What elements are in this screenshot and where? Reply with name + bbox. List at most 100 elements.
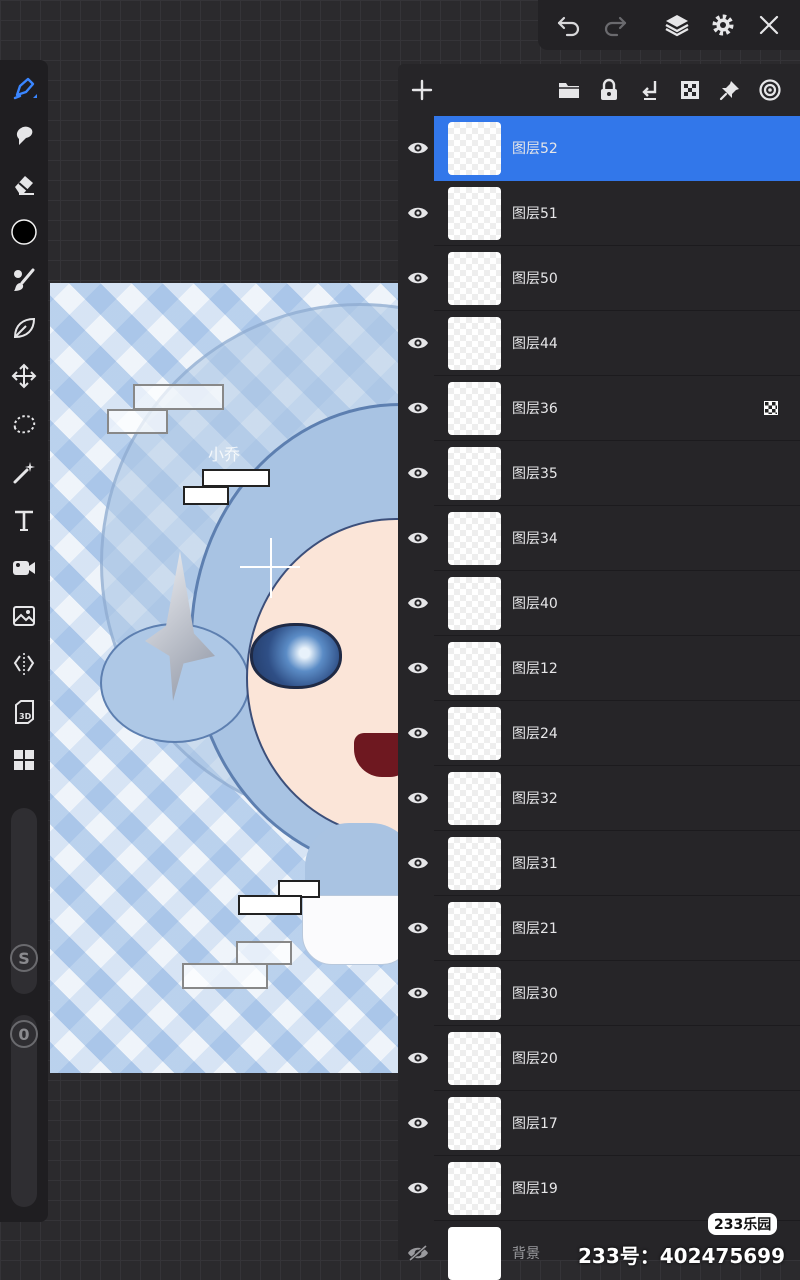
video-icon[interactable] xyxy=(6,550,42,586)
layer-row[interactable]: 图层30 xyxy=(398,961,800,1026)
layer-thumbnail xyxy=(448,967,501,1020)
lasso-icon[interactable] xyxy=(6,406,42,442)
layer-row[interactable]: 图层35 xyxy=(398,441,800,506)
visibility-icon[interactable] xyxy=(404,979,432,1007)
redaction-box xyxy=(107,409,168,434)
visibility-icon[interactable] xyxy=(404,589,432,617)
image-import-icon[interactable] xyxy=(6,598,42,634)
layer-thumbnail xyxy=(448,772,501,825)
layer-thumbnail xyxy=(448,382,501,435)
add-layer-icon[interactable] xyxy=(408,76,436,104)
eraser-icon[interactable] xyxy=(6,166,42,202)
layer-thumbnail xyxy=(448,837,501,890)
brush-icon[interactable] xyxy=(6,70,42,106)
layer-thumbnail xyxy=(448,642,501,695)
layer-thumbnail xyxy=(448,902,501,955)
layer-row[interactable]: 图层12 xyxy=(398,636,800,701)
layer-name: 图层21 xyxy=(512,921,558,937)
size-knob[interactable]: S xyxy=(10,944,38,972)
reference-icon[interactable] xyxy=(756,76,784,104)
watermark-badge: 233乐园 xyxy=(708,1213,778,1235)
settings-icon[interactable] xyxy=(706,8,740,42)
layer-row[interactable]: 图层32 xyxy=(398,766,800,831)
visibility-off-icon[interactable] xyxy=(404,1239,432,1267)
alpha-lock-icon[interactable] xyxy=(676,76,704,104)
layer-name: 背景 xyxy=(512,1246,540,1262)
visibility-icon[interactable] xyxy=(404,264,432,292)
layer-thumbnail xyxy=(448,1097,501,1150)
layer-row[interactable]: 图层50 xyxy=(398,246,800,311)
merge-down-icon[interactable] xyxy=(636,76,664,104)
layer-row[interactable]: 图层40 xyxy=(398,571,800,636)
layer-row[interactable]: 图层36 xyxy=(398,376,800,441)
visibility-icon[interactable] xyxy=(404,199,432,227)
text-icon[interactable] xyxy=(6,502,42,538)
layer-row[interactable]: 图层24 xyxy=(398,701,800,766)
alpha-lock-indicator-icon xyxy=(764,401,778,415)
tool-sidebar: 3D S 0 xyxy=(0,60,48,1222)
visibility-icon[interactable] xyxy=(404,134,432,162)
watermark-id: 233号：402475699 xyxy=(578,1244,785,1268)
visibility-icon[interactable] xyxy=(404,784,432,812)
canvas-artwork[interactable]: 小乔 xyxy=(50,283,400,1073)
undo-icon[interactable] xyxy=(552,8,586,42)
layer-row[interactable]: 图层52 xyxy=(398,116,800,181)
layer-name: 图层40 xyxy=(512,596,558,612)
grid-icon[interactable] xyxy=(6,742,42,778)
layer-thumbnail xyxy=(448,1032,501,1085)
transform-icon[interactable] xyxy=(6,358,42,394)
redaction-box xyxy=(202,469,270,487)
layer-name: 图层44 xyxy=(512,336,558,352)
layer-name: 图层50 xyxy=(512,271,558,287)
visibility-icon[interactable] xyxy=(404,524,432,552)
visibility-icon[interactable] xyxy=(404,719,432,747)
magic-wand-icon[interactable] xyxy=(6,454,42,490)
layers-icon[interactable] xyxy=(660,8,694,42)
visibility-icon[interactable] xyxy=(404,459,432,487)
layer-name: 图层32 xyxy=(512,791,558,807)
layer-thumbnail xyxy=(448,122,501,175)
layer-row[interactable]: 图层20 xyxy=(398,1026,800,1091)
3d-icon[interactable]: 3D xyxy=(6,694,42,730)
symmetry-icon[interactable] xyxy=(6,646,42,682)
visibility-icon[interactable] xyxy=(404,394,432,422)
visibility-icon[interactable] xyxy=(404,849,432,877)
layer-row[interactable]: 图层44 xyxy=(398,311,800,376)
smudge-icon[interactable] xyxy=(6,118,42,154)
layer-name: 图层12 xyxy=(512,661,558,677)
paint-icon[interactable] xyxy=(6,262,42,298)
layer-thumbnail xyxy=(448,1227,501,1280)
folder-icon[interactable] xyxy=(555,76,583,104)
layer-thumbnail xyxy=(448,707,501,760)
sparkle xyxy=(240,566,300,568)
layer-row[interactable]: 图层34 xyxy=(398,506,800,571)
layer-row[interactable]: 图层21 xyxy=(398,896,800,961)
layer-name: 图层17 xyxy=(512,1116,558,1132)
layer-name: 图层51 xyxy=(512,206,558,222)
visibility-icon[interactable] xyxy=(404,1044,432,1072)
layer-row[interactable]: 图层31 xyxy=(398,831,800,896)
redaction-box xyxy=(183,486,229,505)
close-icon[interactable] xyxy=(752,8,786,42)
layer-thumbnail xyxy=(448,577,501,630)
pin-icon[interactable] xyxy=(716,76,744,104)
opacity-knob[interactable]: 0 xyxy=(10,1020,38,1048)
svg-text:3D: 3D xyxy=(19,712,32,721)
layer-thumbnail xyxy=(448,317,501,370)
visibility-icon[interactable] xyxy=(404,1174,432,1202)
lock-icon[interactable] xyxy=(595,76,623,104)
layer-thumbnail xyxy=(448,447,501,500)
layer-name: 图层36 xyxy=(512,401,558,417)
redo-icon[interactable] xyxy=(598,8,632,42)
layer-row[interactable]: 图层19 xyxy=(398,1156,800,1221)
layer-row[interactable]: 图层17 xyxy=(398,1091,800,1156)
color-swatch[interactable] xyxy=(6,214,42,250)
visibility-icon[interactable] xyxy=(404,1109,432,1137)
layer-thumbnail xyxy=(448,1162,501,1215)
visibility-icon[interactable] xyxy=(404,329,432,357)
visibility-icon[interactable] xyxy=(404,654,432,682)
redaction-box xyxy=(182,963,268,989)
layer-row[interactable]: 图层51 xyxy=(398,181,800,246)
visibility-icon[interactable] xyxy=(404,914,432,942)
leaf-icon[interactable] xyxy=(6,310,42,346)
